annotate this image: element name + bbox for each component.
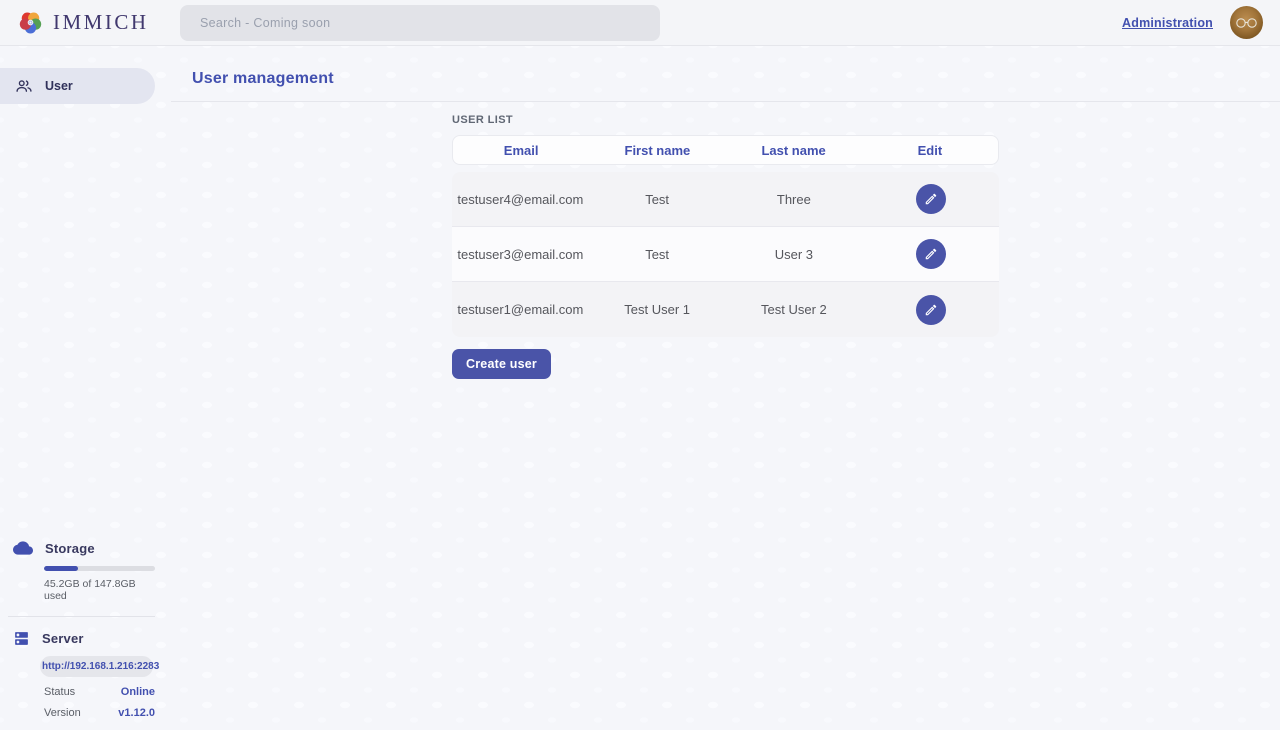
- user-list-section: USER LIST Email First name Last name Edi…: [452, 114, 999, 379]
- edit-user-button[interactable]: [916, 184, 946, 214]
- column-header-last-name: Last name: [726, 143, 862, 158]
- user-avatar[interactable]: [1230, 6, 1263, 39]
- app-header: IMMICH Administration: [0, 0, 1280, 46]
- server-version-row: Version v1.12.0: [44, 707, 155, 719]
- edit-user-button[interactable]: [916, 239, 946, 269]
- sidebar-item-users[interactable]: User: [0, 68, 155, 104]
- cell-first-name: Test: [589, 247, 726, 262]
- server-section: Server http://192.168.1.216:2283 Status …: [0, 630, 171, 719]
- status-value: Online: [121, 686, 155, 698]
- column-header-first-name: First name: [589, 143, 725, 158]
- sidebar-footer: Storage 45.2GB of 147.8GB used Server: [0, 538, 171, 719]
- storage-section: Storage 45.2GB of 147.8GB used: [0, 538, 171, 602]
- create-user-button[interactable]: Create user: [452, 349, 551, 379]
- immich-flower-icon: [17, 9, 44, 36]
- edit-user-button[interactable]: [916, 295, 946, 325]
- users-table: testuser4@email.com Test Three: [452, 172, 999, 337]
- header-right: Administration: [1122, 6, 1263, 39]
- version-value: v1.12.0: [118, 707, 155, 719]
- app-logo[interactable]: IMMICH: [17, 9, 149, 36]
- cell-last-name: User 3: [726, 247, 863, 262]
- pencil-icon: [924, 192, 938, 206]
- cell-email: testuser4@email.com: [452, 192, 589, 207]
- cloud-icon: [13, 538, 33, 558]
- cell-last-name: Test User 2: [726, 302, 863, 317]
- column-header-edit: Edit: [862, 143, 998, 158]
- sidebar: User Storage 45.2GB of 147.8GB used: [0, 46, 171, 730]
- table-row: testuser4@email.com Test Three: [452, 172, 999, 227]
- cell-first-name: Test User 1: [589, 302, 726, 317]
- pencil-icon: [924, 247, 938, 261]
- table-row: testuser1@email.com Test User 1 Test Use…: [452, 282, 999, 337]
- server-icon: [13, 630, 30, 647]
- cell-last-name: Three: [726, 192, 863, 207]
- server-status-row: Status Online: [44, 686, 155, 698]
- user-list-label: USER LIST: [452, 114, 999, 126]
- column-header-email: Email: [453, 143, 589, 158]
- cell-first-name: Test: [589, 192, 726, 207]
- server-title: Server: [42, 631, 84, 646]
- administration-link[interactable]: Administration: [1122, 16, 1213, 30]
- cell-email: testuser3@email.com: [452, 247, 589, 262]
- status-label: Status: [44, 686, 75, 698]
- content-divider: [171, 101, 1280, 102]
- search-input[interactable]: [180, 5, 660, 41]
- server-url-chip: http://192.168.1.216:2283: [40, 656, 153, 677]
- main-content: User management USER LIST Email First na…: [171, 46, 1280, 730]
- version-label: Version: [44, 707, 81, 719]
- page-title: User management: [192, 70, 1280, 88]
- table-row: testuser3@email.com Test User 3: [452, 227, 999, 282]
- storage-title: Storage: [45, 541, 95, 556]
- people-icon: [15, 77, 33, 95]
- storage-progress: [44, 566, 155, 571]
- app-title: IMMICH: [53, 10, 149, 35]
- storage-progress-fill: [44, 566, 78, 571]
- table-header: Email First name Last name Edit: [452, 135, 999, 165]
- sidebar-item-label: User: [45, 79, 73, 93]
- pencil-icon: [924, 303, 938, 317]
- cell-email: testuser1@email.com: [452, 302, 589, 317]
- storage-usage-text: 45.2GB of 147.8GB used: [44, 578, 155, 602]
- sidebar-divider: [8, 616, 155, 617]
